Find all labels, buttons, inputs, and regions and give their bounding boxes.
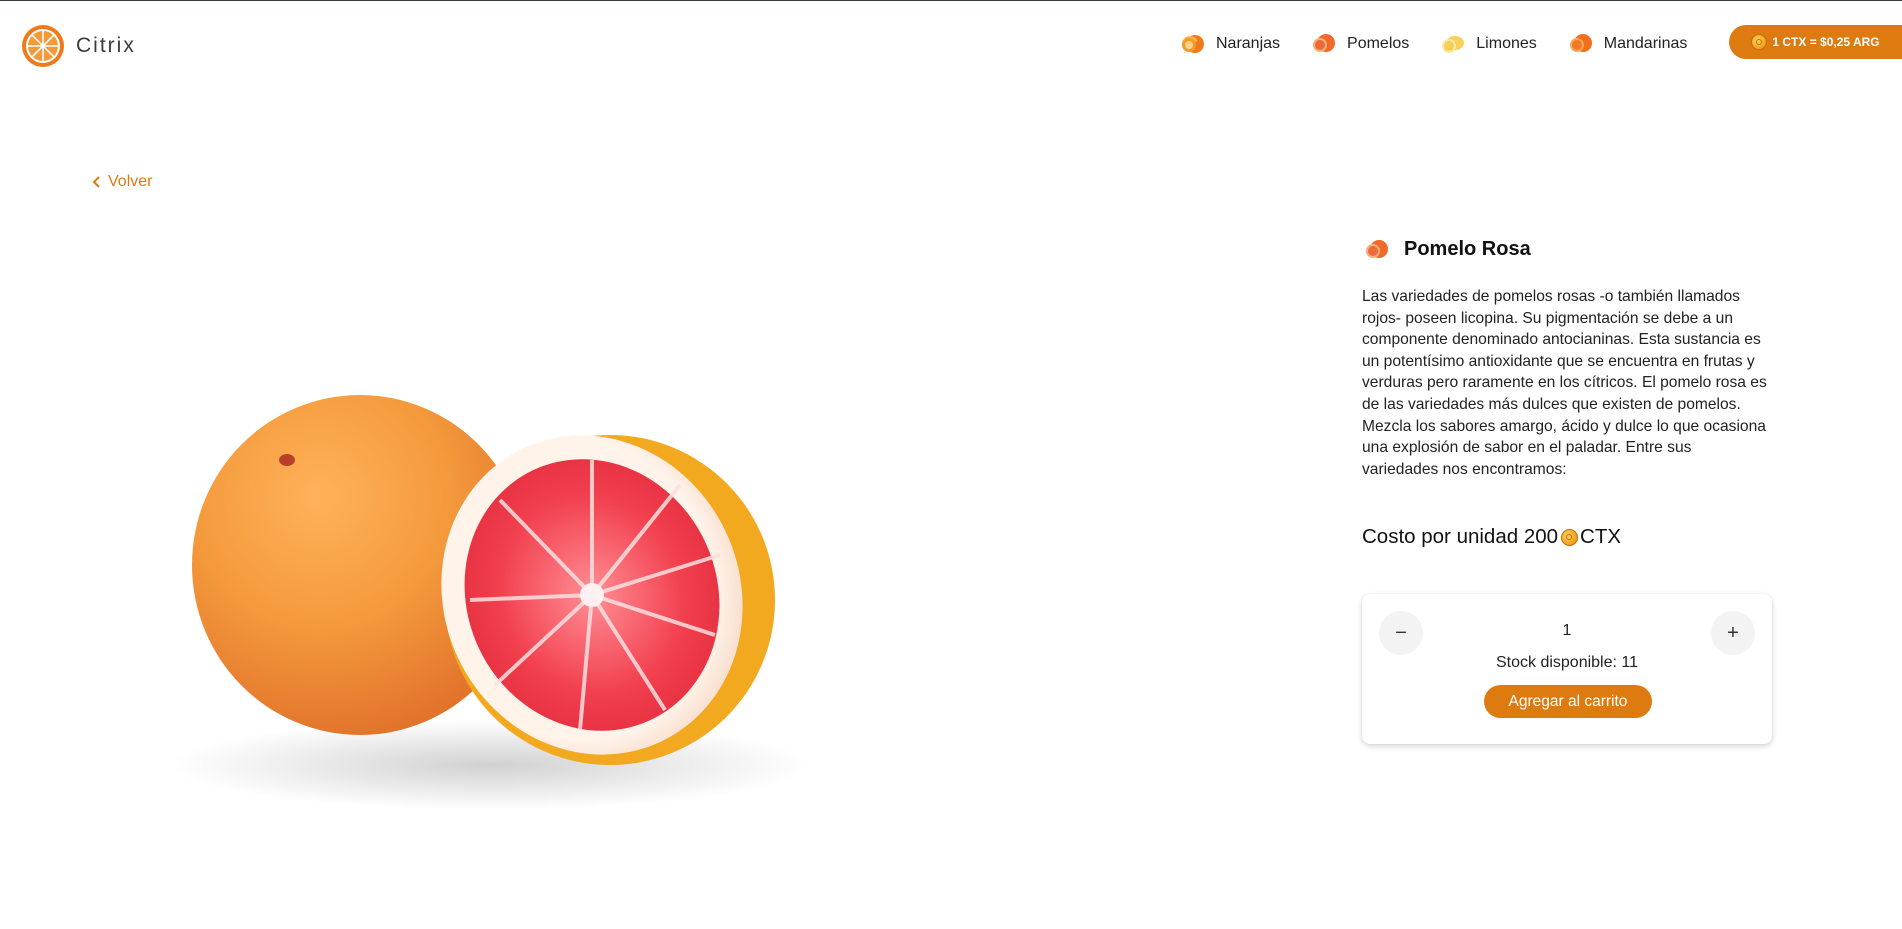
brand[interactable]: Citrix [21, 24, 136, 68]
product-title-row: Pomelo Rosa [1362, 238, 1772, 261]
citrix-logo-icon [22, 25, 64, 67]
product-title: Pomelo Rosa [1404, 238, 1531, 260]
product-price: Costo por unidad 200 CTX [1362, 525, 1772, 549]
back-link[interactable]: Volver [92, 173, 152, 191]
exchange-rate-label: 1 CTX = $0,25 ARG [1772, 35, 1880, 49]
increase-quantity-button[interactable]: + [1711, 611, 1755, 655]
grapefruit-icon [1313, 34, 1336, 52]
grapefruit-icon [1366, 239, 1388, 258]
back-label: Volver [108, 173, 153, 190]
orange-icon [1182, 35, 1204, 53]
nav-item-mandarinas[interactable]: Mandarinas [1566, 33, 1688, 55]
chevron-left-icon [92, 176, 100, 188]
product-description: Las variedades de pomelos rosas -o tambi… [1362, 288, 1767, 478]
brand-name: Citrix [76, 34, 136, 57]
nav-label: Limones [1476, 35, 1537, 52]
mandarin-icon [1569, 34, 1592, 52]
stock-available: Stock disponible: 11 [1495, 654, 1638, 671]
product-image [170, 395, 810, 810]
lemon-icon [1442, 36, 1465, 53]
ctx-coin-icon [1751, 34, 1768, 50]
header: Citrix Naranjas Pomelos Limones Mandarin… [0, 1, 1902, 85]
ctx-coin-icon [1561, 528, 1579, 546]
add-to-cart-button[interactable]: Agregar al carrito [1484, 685, 1652, 718]
nav-item-naranjas[interactable]: Naranjas [1178, 33, 1280, 55]
exchange-rate-badge[interactable]: 1 CTX = $0,25 ARG [1729, 25, 1902, 59]
main-nav: Naranjas Pomelos Limones Mandarinas [1178, 33, 1716, 55]
product-info: Pomelo Rosa Las variedades de pomelos ro… [1362, 238, 1772, 549]
nav-label: Pomelos [1347, 35, 1410, 52]
price-currency: CTX [1580, 525, 1622, 549]
add-to-cart-card: − 1 + Stock disponible: 11 Agregar al ca… [1362, 594, 1772, 744]
nav-item-limones[interactable]: Limones [1438, 33, 1537, 55]
price-prefix: Costo por unidad 200 [1362, 525, 1559, 549]
nav-label: Naranjas [1216, 35, 1281, 52]
nav-label: Mandarinas [1603, 35, 1688, 52]
nav-item-pomelos[interactable]: Pomelos [1309, 33, 1409, 55]
